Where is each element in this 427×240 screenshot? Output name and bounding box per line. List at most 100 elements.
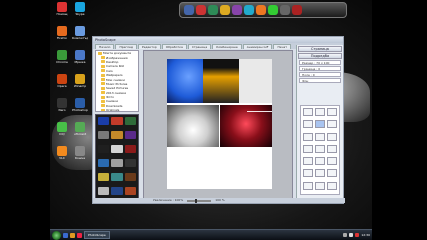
panel-option[interactable]: Фон <box>299 78 341 83</box>
thumbnail[interactable] <box>111 187 123 195</box>
dock-app-5-icon[interactable] <box>232 5 242 15</box>
tab-2[interactable]: Редактор <box>137 44 161 49</box>
thumbnail[interactable] <box>98 117 110 125</box>
layout-grid[interactable] <box>300 105 340 195</box>
layout-template[interactable] <box>303 169 313 178</box>
layout-template[interactable] <box>315 181 325 190</box>
tab-4[interactable]: Страница <box>187 44 212 49</box>
thumbnail[interactable] <box>98 187 110 195</box>
thumbnail[interactable] <box>124 187 136 195</box>
layout-template[interactable] <box>303 132 313 141</box>
layout-template[interactable] <box>315 108 325 116</box>
folder-quick-icon[interactable] <box>70 232 75 238</box>
dock-app-10-icon[interactable] <box>292 5 302 15</box>
layout-template[interactable] <box>327 120 337 129</box>
dock-app-2-icon[interactable] <box>196 5 206 15</box>
thumbnail[interactable] <box>111 117 123 125</box>
thumbnail[interactable] <box>111 173 123 181</box>
tab-7[interactable]: Печат <box>273 44 291 49</box>
thumbnail[interactable] <box>124 117 136 125</box>
icon-10-shortcut[interactable]: Photoshop <box>72 98 88 118</box>
folder-tree[interactable]: Моите документи Изображения Desktop Camera … <box>95 50 139 112</box>
icon-1-shortcut[interactable]: Помощ <box>54 2 70 22</box>
dock-app-3-icon[interactable] <box>208 5 218 15</box>
thumbnail[interactable] <box>124 159 136 167</box>
thumbnail[interactable] <box>124 173 136 181</box>
clock[interactable]: 12:30 <box>361 233 370 237</box>
panel-option[interactable]: Граница : 0 <box>299 66 341 71</box>
icon-6-shortcut[interactable]: Мрежа <box>72 50 88 70</box>
dock-app-6-icon[interactable] <box>244 5 254 15</box>
tab-6[interactable]: Анимиран GIF <box>242 44 273 49</box>
icon-12-shortcut[interactable]: uTorrent <box>72 122 88 142</box>
ie-quick-icon[interactable] <box>63 232 68 238</box>
tab-3[interactable]: Обработка <box>161 44 187 49</box>
dock-app-9-icon[interactable] <box>280 5 290 15</box>
layout-template[interactable] <box>315 132 325 141</box>
layout-template[interactable] <box>327 181 337 190</box>
layout-template[interactable] <box>303 144 313 153</box>
layout-template[interactable] <box>315 157 325 166</box>
layout-template[interactable] <box>315 169 325 178</box>
taskbar-task-photoscape[interactable]: PhotoScape <box>84 231 110 239</box>
layout-template[interactable] <box>315 120 325 129</box>
icon-4-shortcut[interactable]: Компютър <box>72 26 88 46</box>
photo-top-left[interactable] <box>167 59 203 103</box>
antivirus-icon[interactable] <box>355 233 360 237</box>
canvas-area[interactable] <box>143 50 293 200</box>
thumbnail[interactable] <box>124 131 136 139</box>
thumbnail[interactable] <box>111 159 123 167</box>
thumbnail[interactable] <box>124 145 136 153</box>
tree-item[interactable]: Originals <box>96 108 138 111</box>
icon-13-shortcut[interactable]: VLC <box>54 146 70 166</box>
icon-3-shortcut[interactable]: Firefox <box>54 26 70 46</box>
zoom-slider-knob[interactable] <box>195 198 198 203</box>
icon-14-shortcut[interactable]: Кошче <box>72 146 88 166</box>
start-button[interactable] <box>52 230 61 240</box>
layout-template[interactable] <box>303 157 313 166</box>
network-icon[interactable] <box>343 233 348 237</box>
layout-template[interactable] <box>327 132 337 141</box>
layout-template[interactable] <box>327 108 337 116</box>
layout-template[interactable] <box>303 120 313 129</box>
thumbnail[interactable] <box>98 159 110 167</box>
icon-11-shortcut[interactable]: ICQ <box>54 122 70 142</box>
layout-template[interactable] <box>303 108 313 116</box>
panel-header[interactable]: Страница <box>298 46 342 52</box>
tab-5[interactable]: Комбиниране <box>212 44 242 49</box>
tree-item-label: Снимки <box>106 99 119 104</box>
thumbnail[interactable] <box>111 131 123 139</box>
tab-0[interactable]: Начало <box>95 44 115 49</box>
thumbnail[interactable] <box>98 145 110 153</box>
icon-2-shortcut[interactable]: Skype <box>72 2 88 22</box>
photo-bottom-left[interactable] <box>167 105 219 147</box>
zoom-slider[interactable] <box>187 198 212 203</box>
thumbnail-grid[interactable] <box>95 114 139 202</box>
dock-app-1-icon[interactable] <box>184 5 194 15</box>
panel-option[interactable]: Поле : 0 <box>299 72 341 77</box>
thumbnail[interactable] <box>111 145 123 153</box>
icon-7-shortcut[interactable]: Opera <box>54 74 70 94</box>
layout-template[interactable] <box>327 157 337 166</box>
thumbnail[interactable] <box>98 173 110 181</box>
dock-app-8-icon[interactable] <box>268 5 278 15</box>
layout-template[interactable] <box>315 144 325 153</box>
layout-template[interactable] <box>327 144 337 153</box>
volume-icon[interactable] <box>349 233 354 237</box>
collage-page[interactable] <box>167 59 272 189</box>
dock-app-4-icon[interactable] <box>220 5 230 15</box>
icon-9-shortcut[interactable]: Nero <box>54 98 70 118</box>
icon-5-shortcut[interactable]: Chrome <box>54 50 70 70</box>
media-quick-icon[interactable] <box>77 232 82 238</box>
panel-subheader[interactable]: Подредба <box>298 53 342 59</box>
right-panel: Страница Подредба Размер : 70 x 100 Грани… <box>296 45 343 203</box>
panel-option[interactable]: Размер : 70 x 100 <box>299 60 341 65</box>
photo-top-center[interactable] <box>203 59 239 103</box>
dock-app-7-icon[interactable] <box>256 5 266 15</box>
photo-top-right[interactable] <box>239 59 272 103</box>
layout-template[interactable] <box>327 169 337 178</box>
tab-1[interactable]: Преглед <box>115 44 137 49</box>
thumbnail[interactable] <box>98 131 110 139</box>
layout-template[interactable] <box>303 181 313 190</box>
icon-8-shortcut[interactable]: Winamp <box>72 74 88 94</box>
